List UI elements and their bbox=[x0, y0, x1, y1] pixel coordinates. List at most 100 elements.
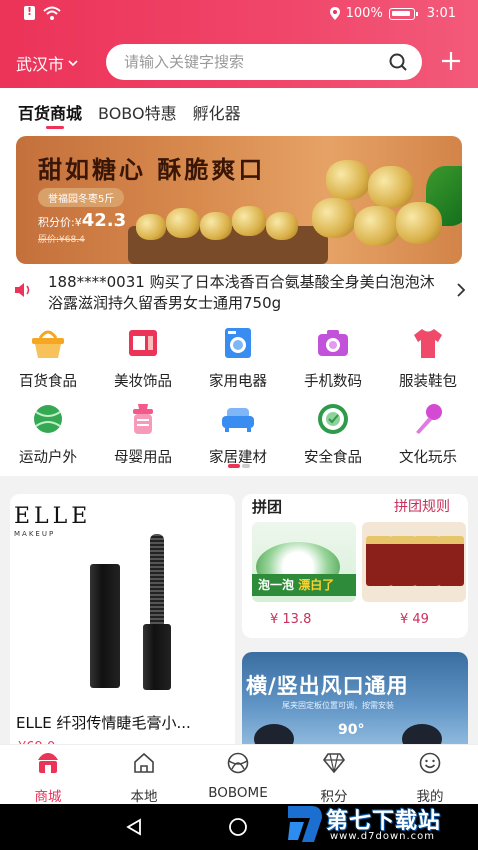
city-selector[interactable]: 武汉市 bbox=[16, 51, 78, 75]
category-apparel[interactable]: 服装鞋包 bbox=[382, 326, 474, 391]
app-header-background: 100% 3:01 武汉市 bbox=[0, 0, 478, 88]
category-pager bbox=[228, 464, 250, 468]
tab-incubator[interactable]: 孵化器 bbox=[193, 100, 241, 124]
group-buy-item-1[interactable]: 泡一泡 漂白了 bbox=[252, 522, 356, 602]
home-button-icon[interactable] bbox=[228, 817, 248, 837]
smiley-icon bbox=[419, 752, 441, 774]
shop-icon bbox=[38, 753, 58, 773]
product-image-brush bbox=[150, 534, 164, 634]
product-card[interactable]: ELLE MAKEUP ELLE 纤羽传情睫毛膏小... ¥69.0 bbox=[10, 494, 235, 754]
brand-logo: ELLE bbox=[14, 504, 92, 529]
category-appliances[interactable]: 家用电器 bbox=[192, 326, 284, 391]
home-icon bbox=[134, 752, 154, 773]
search-box[interactable] bbox=[106, 44, 422, 80]
camera-icon bbox=[318, 330, 348, 356]
milk-powder-image bbox=[366, 536, 392, 586]
fruit-image bbox=[166, 208, 200, 238]
city-label: 武汉市 bbox=[16, 55, 65, 74]
basket-icon bbox=[32, 330, 64, 358]
item-1-price: ¥ 13.8 bbox=[270, 612, 312, 627]
product-image bbox=[90, 564, 120, 688]
channel-tabs: 百货商城 BOBO特惠 孵化器 bbox=[18, 100, 241, 129]
globe-icon bbox=[227, 752, 249, 774]
nav-points[interactable]: 积分 bbox=[286, 751, 382, 805]
makeup-icon bbox=[129, 330, 157, 356]
fruit-image bbox=[312, 198, 356, 238]
promo-subtext: 尾夹固定板位置可调，按需安装 bbox=[282, 701, 394, 710]
fruit-image bbox=[200, 212, 232, 240]
notice-text: 188****0031 购买了日本浅香百合氨基酸全身美白泡泡沐浴露滋润持久留香男… bbox=[48, 273, 435, 312]
category-groceries[interactable]: 百货食品 bbox=[2, 326, 94, 391]
fruit-image bbox=[232, 206, 266, 236]
milk-powder-image bbox=[438, 536, 464, 586]
search-icon[interactable] bbox=[388, 52, 408, 72]
sofa-icon bbox=[222, 408, 254, 432]
category-home-building[interactable]: 家居建材 bbox=[192, 402, 284, 467]
location-icon bbox=[329, 7, 340, 20]
banner-original-price: 原价:¥68.4 bbox=[38, 235, 85, 245]
promo-headline: 横/竖出风口通用 bbox=[246, 674, 409, 698]
category-grid: 百货食品 美妆饰品 家用电器 手机数码 服装鞋包 运动户外 母婴用品 家居建材 … bbox=[0, 320, 478, 476]
category-beauty[interactable]: 美妆饰品 bbox=[97, 326, 189, 391]
milk-powder-image bbox=[390, 536, 416, 586]
nav-mall[interactable]: 商城 bbox=[0, 751, 96, 805]
tab-mall[interactable]: 百货商城 bbox=[18, 100, 82, 129]
group-buy-card: 拼团 拼团规则 泡一泡 漂白了 ¥ 13.8 ¥ 49 bbox=[242, 494, 468, 638]
back-icon[interactable] bbox=[124, 817, 144, 837]
tab-bobo-deals[interactable]: BOBO特惠 bbox=[98, 100, 177, 124]
group-buy-title: 拼团 bbox=[252, 498, 283, 516]
add-icon[interactable] bbox=[440, 50, 462, 72]
sim-alert-icon bbox=[24, 5, 35, 20]
d7-logo-icon bbox=[288, 806, 322, 842]
item-2-price: ¥ 49 bbox=[400, 612, 429, 627]
brand-logo-sub: MAKEUP bbox=[14, 530, 56, 538]
banner-points-price: 积分价:¥42.3 bbox=[38, 210, 127, 231]
washing-machine-icon bbox=[225, 328, 251, 358]
banner-slogan: 甜如糖心 酥脆爽口 bbox=[38, 156, 266, 184]
group-buy-rules-link[interactable]: 拼团规则 bbox=[394, 496, 450, 516]
speaker-icon bbox=[15, 283, 30, 297]
watermark: 第七下载站 www.d7down.com bbox=[286, 800, 474, 848]
promo-angle: 90° bbox=[338, 722, 365, 738]
pager-dot-active bbox=[228, 464, 240, 468]
chevron-right-icon[interactable] bbox=[456, 282, 466, 298]
diamond-icon bbox=[323, 753, 345, 774]
watermark-url: www.d7down.com bbox=[330, 831, 436, 842]
microphone-icon bbox=[416, 404, 442, 434]
banner-product-tag: 誉福园冬枣5斤 bbox=[38, 188, 125, 207]
nav-me[interactable]: 我的 bbox=[382, 751, 478, 805]
status-bar: 100% 3:01 bbox=[0, 0, 478, 28]
battery-percent: 100% bbox=[345, 6, 383, 21]
fruit-image bbox=[368, 166, 414, 208]
baby-bottle-icon bbox=[133, 404, 153, 434]
category-sports[interactable]: 运动户外 bbox=[2, 402, 94, 467]
clock: 3:01 bbox=[426, 6, 456, 21]
ball-icon bbox=[34, 405, 62, 433]
nav-bobome[interactable]: BOBOME bbox=[190, 751, 286, 801]
category-safe-food[interactable]: 安全食品 bbox=[287, 402, 379, 467]
chevron-down-icon bbox=[68, 60, 78, 67]
fruit-image bbox=[396, 202, 442, 244]
fruit-image bbox=[354, 206, 400, 246]
group-buy-item-2[interactable] bbox=[362, 522, 466, 602]
wifi-icon bbox=[43, 6, 61, 20]
fruit-image bbox=[326, 160, 370, 200]
search-header: 武汉市 bbox=[0, 42, 478, 82]
category-digital[interactable]: 手机数码 bbox=[287, 326, 379, 391]
item-1-caption: 泡一泡 漂白了 bbox=[252, 574, 356, 596]
product-image-cap bbox=[143, 624, 171, 690]
battery-icon bbox=[388, 7, 418, 20]
promo-product-card[interactable]: 横/竖出风口通用 尾夹固定板位置可调，按需安装 90° bbox=[242, 652, 468, 754]
milk-powder-image bbox=[414, 536, 440, 586]
purchase-notice[interactable]: 188****0031 购买了日本浅香百合氨基酸全身美白泡泡沐浴露滋润持久留香男… bbox=[14, 270, 466, 314]
promo-banner[interactable]: 甜如糖心 酥脆爽口 誉福园冬枣5斤 积分价:¥42.3 原价:¥68.4 bbox=[16, 136, 462, 264]
fruit-image bbox=[136, 214, 166, 240]
search-input[interactable] bbox=[124, 53, 374, 71]
product-title: ELLE 纤羽传情睫毛膏小... bbox=[16, 714, 191, 732]
category-culture-fun[interactable]: 文化玩乐 bbox=[382, 402, 474, 467]
pager-dot bbox=[242, 464, 250, 468]
category-mother-baby[interactable]: 母婴用品 bbox=[97, 402, 189, 467]
shirt-icon bbox=[414, 329, 442, 358]
nav-local[interactable]: 本地 bbox=[96, 751, 192, 805]
green-food-icon bbox=[318, 404, 348, 434]
